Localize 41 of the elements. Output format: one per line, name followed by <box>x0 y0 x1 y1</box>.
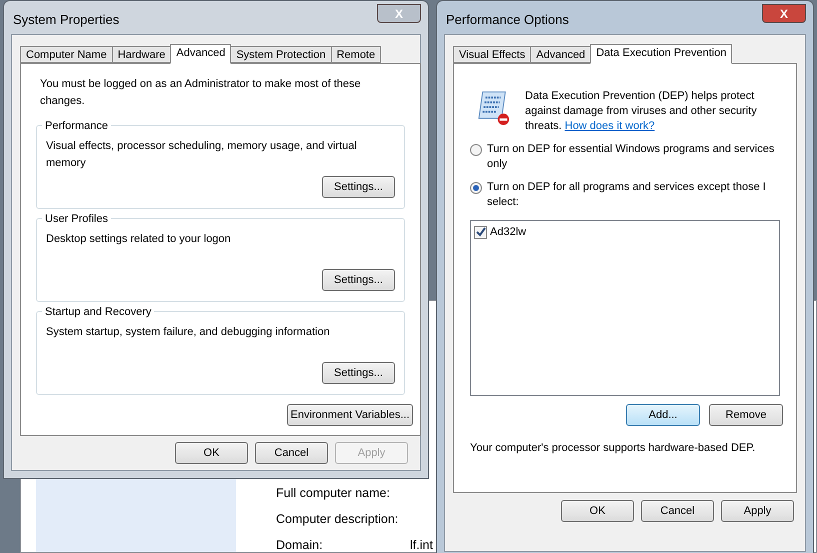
group-description: Desktop settings related to your logon <box>46 232 232 247</box>
program-name: Ad32lw <box>490 225 526 240</box>
dialog-button[interactable]: Cancel <box>255 442 328 464</box>
tab[interactable]: System Protection <box>230 46 332 63</box>
notice-text: You must be logged on as an Administrator to make most of these changes. <box>39 77 362 108</box>
radio-button[interactable] <box>470 182 482 194</box>
dialog-button[interactable]: OK <box>175 442 248 464</box>
option-label: Turn on DEP for essential Windows programs and services only <box>487 142 776 172</box>
tab[interactable]: Visual Effects <box>453 46 532 63</box>
dialog-button[interactable]: OK <box>561 500 634 522</box>
support-note: Your computer's processor supports hardware-based DEP. <box>470 441 756 456</box>
field-label: Full computer name: <box>276 485 391 502</box>
field-value: lf.int <box>410 536 433 553</box>
help-link[interactable]: How does it work? <box>564 120 655 132</box>
group-description: Visual effects, processor scheduling, memory usage, and virtual memory <box>46 139 358 170</box>
field-label: Domain: <box>276 536 324 553</box>
binary-document-icon <box>477 89 511 127</box>
option-label: Turn on DEP for all programs and services except those I select: <box>487 180 767 210</box>
close-button[interactable]: X <box>762 4 806 23</box>
list-button[interactable]: Add... <box>626 404 700 426</box>
tab[interactable]: Data Execution Prevention <box>590 44 732 64</box>
list-button[interactable]: Remove <box>709 404 783 426</box>
field-label: Computer description: <box>276 510 400 528</box>
window-title: System Properties <box>12 11 120 29</box>
dialog-button[interactable]: Cancel <box>641 500 714 522</box>
checkbox[interactable] <box>474 226 487 239</box>
dialog-button[interactable]: Apply <box>721 500 794 522</box>
settings-button[interactable]: Settings... <box>322 362 395 384</box>
tab[interactable]: Hardware <box>112 46 172 63</box>
settings-button[interactable]: Settings... <box>322 269 395 291</box>
radio-button[interactable] <box>470 144 482 156</box>
tab[interactable]: Computer Name <box>20 46 113 63</box>
tab[interactable]: Remote <box>330 46 382 63</box>
group-title: Startup and Recovery <box>42 304 154 320</box>
description-text: Data Execution Prevention (DEP) helps protect against damage from viruses and other security threats. How does it work? <box>525 89 758 134</box>
tab[interactable]: Advanced <box>170 44 232 64</box>
environment-variables-button[interactable]: Environment Variables... <box>287 404 413 426</box>
window-title: Performance Options <box>445 11 569 29</box>
group-description: System startup, system failure, and debugging information <box>46 325 331 340</box>
settings-button[interactable]: Settings... <box>322 176 395 198</box>
tab[interactable]: Advanced <box>530 46 592 63</box>
